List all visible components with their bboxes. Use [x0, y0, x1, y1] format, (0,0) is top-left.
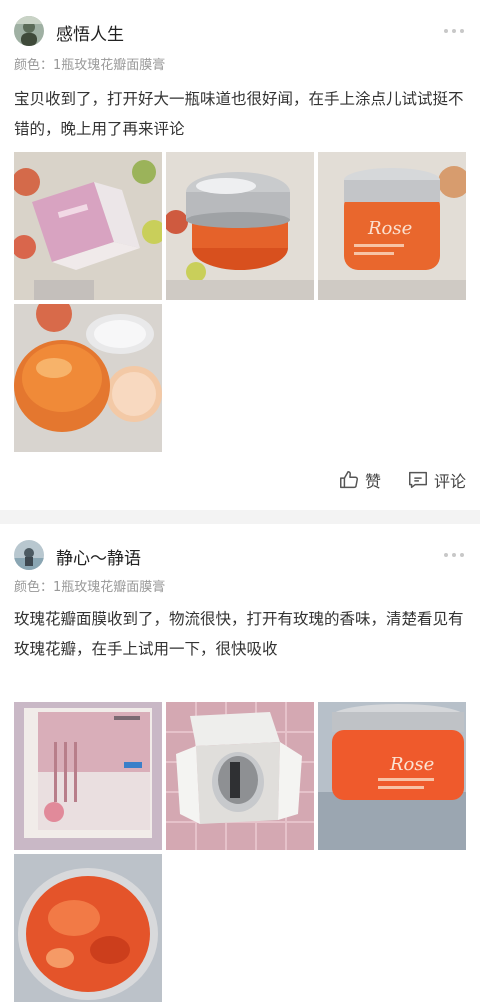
- review-header: 静心～静语: [14, 540, 466, 572]
- review-photo[interactable]: [14, 702, 162, 850]
- review-photo[interactable]: Rose: [318, 702, 466, 850]
- review-text: 宝贝收到了，打开好大一瓶味道也很好闻，在手上涂点儿试试挺不错的，晚上用了再来评论: [14, 90, 464, 138]
- more-icon[interactable]: [444, 550, 466, 560]
- review-photo[interactable]: [14, 854, 162, 1002]
- comment-icon: [409, 471, 427, 489]
- variant-info: 颜色：1瓶玫瑰花瓣面膜膏: [14, 58, 166, 73]
- review-photo[interactable]: [14, 304, 162, 452]
- review-text: 玫瑰花瓣面膜收到了，物流很快，打开有玫瑰的香味，清楚看见有玫瑰花瓣，在手上试用一…: [14, 610, 464, 658]
- svg-text:Rose: Rose: [367, 218, 412, 239]
- comment-button[interactable]: 评论: [407, 468, 466, 492]
- review-photo[interactable]: [166, 152, 314, 300]
- like-icon: [339, 471, 358, 489]
- like-button[interactable]: 赞: [338, 468, 381, 492]
- section-divider: [0, 510, 480, 524]
- review-card: 静心～静语 颜色：1瓶玫瑰花瓣面膜膏 玫瑰花瓣面膜收到了，物流很快，打开有玫瑰的…: [0, 524, 480, 1002]
- more-icon[interactable]: [444, 26, 466, 36]
- username[interactable]: 静心～静语: [56, 544, 141, 569]
- svg-text:Rose: Rose: [389, 754, 434, 775]
- review-photo[interactable]: [166, 702, 314, 850]
- review-header: 感悟人生: [14, 16, 466, 48]
- review-actions: 赞 评论: [338, 468, 466, 492]
- review-photo[interactable]: [14, 152, 162, 300]
- review-card: 感悟人生 颜色：1瓶玫瑰花瓣面膜膏 宝贝收到了，打开好大一瓶味道也很好闻，在手上…: [0, 0, 480, 510]
- avatar[interactable]: [14, 16, 44, 46]
- username[interactable]: 感悟人生: [56, 20, 124, 45]
- review-photo[interactable]: Rose: [318, 152, 466, 300]
- like-label: 赞: [364, 472, 381, 491]
- comment-label: 评论: [433, 472, 466, 491]
- variant-info: 颜色：1瓶玫瑰花瓣面膜膏: [14, 580, 166, 595]
- avatar[interactable]: [14, 540, 44, 570]
